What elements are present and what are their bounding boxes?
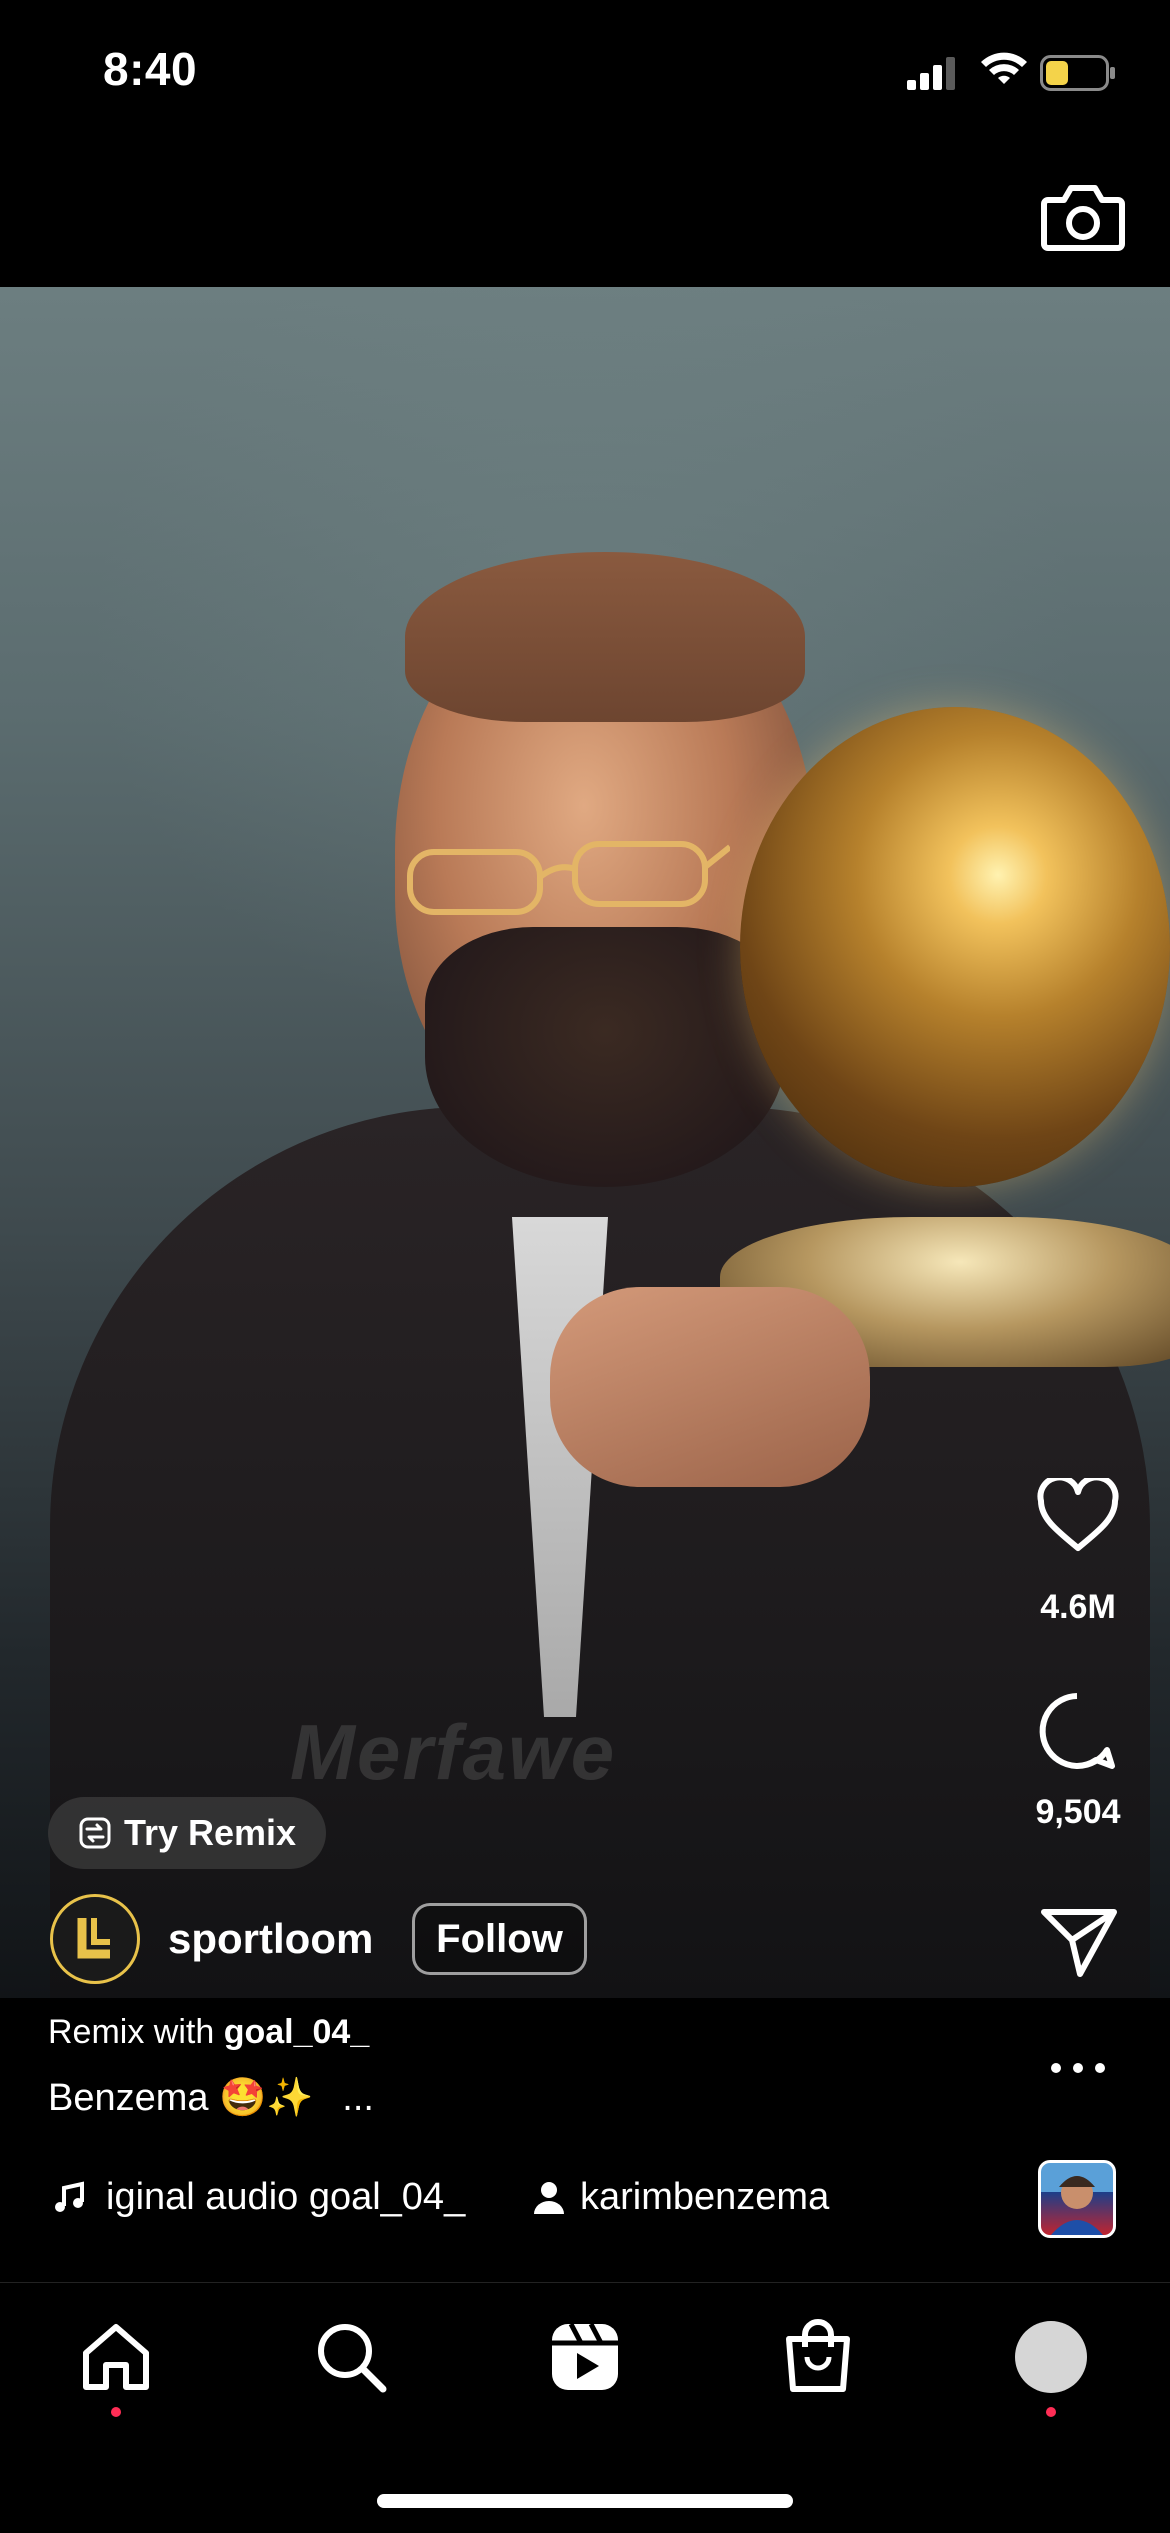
status-time: 8:40 — [103, 43, 198, 95]
camera-icon[interactable] — [1040, 178, 1126, 254]
sportloom-logo-icon — [77, 1918, 110, 1959]
reels-icon[interactable] — [549, 2321, 621, 2393]
video-figure-glasses — [407, 841, 730, 915]
profile-avatar[interactable] — [1015, 2321, 1087, 2393]
caption-text: Benzema 🤩✨ — [48, 2077, 314, 2119]
video-figure-hand — [550, 1287, 870, 1487]
remix-icon — [79, 1817, 111, 1849]
reel-video[interactable]: Merfawe — [0, 287, 1170, 1998]
music-note-icon — [55, 2181, 84, 2212]
tagged-user[interactable]: karimbenzema — [532, 2176, 829, 2219]
search-icon[interactable] — [315, 2321, 387, 2393]
remix-with-account[interactable]: goal_04_ — [224, 2013, 370, 2051]
video-watermark: Merfawe — [290, 1708, 617, 1796]
more-options-icon[interactable] — [1050, 2060, 1106, 2076]
user-avatar[interactable] — [50, 1894, 140, 1984]
wifi-icon — [981, 52, 1027, 84]
remix-with-line[interactable]: Remix with goal_04_ — [48, 2013, 369, 2052]
home-notification-dot — [111, 2407, 121, 2417]
audio-info[interactable]: iginal audio goal_04_ — [52, 2176, 491, 2219]
try-remix-button[interactable]: Try Remix — [48, 1797, 326, 1869]
home-icon[interactable] — [80, 2321, 152, 2393]
audio-thumbnail[interactable] — [1038, 2160, 1116, 2238]
comment-count[interactable]: 9,504 — [1013, 1793, 1143, 1832]
video-trophy-ball — [740, 707, 1170, 1187]
username[interactable]: sportloom — [168, 1915, 373, 1963]
like-count[interactable]: 4.6M — [1013, 1588, 1143, 1627]
audio-track-text: iginal audio goal_04_ — [106, 2176, 466, 2218]
heart-icon[interactable] — [1036, 1478, 1120, 1554]
cellular-signal-icon — [907, 57, 955, 90]
caption[interactable]: Benzema 🤩✨ ... — [48, 2076, 374, 2120]
video-figure-hair — [405, 552, 805, 722]
remix-with-prefix: Remix with — [48, 2013, 215, 2051]
caption-more[interactable]: ... — [342, 2077, 374, 2119]
try-remix-label: Try Remix — [123, 1812, 297, 1853]
audio-thumbnail-image — [1051, 2176, 1103, 2235]
battery-icon — [1040, 55, 1115, 91]
tagged-username: karimbenzema — [580, 2176, 830, 2218]
comment-icon[interactable] — [1036, 1690, 1118, 1772]
home-indicator — [377, 2494, 793, 2508]
person-icon — [534, 2181, 564, 2214]
share-paper-plane-icon[interactable] — [1040, 1906, 1118, 1978]
profile-notification-dot — [1046, 2407, 1056, 2417]
shop-bag-icon[interactable] — [783, 2319, 853, 2393]
video-figure-beard — [425, 927, 785, 1187]
follow-button[interactable]: Follow — [412, 1903, 587, 1975]
